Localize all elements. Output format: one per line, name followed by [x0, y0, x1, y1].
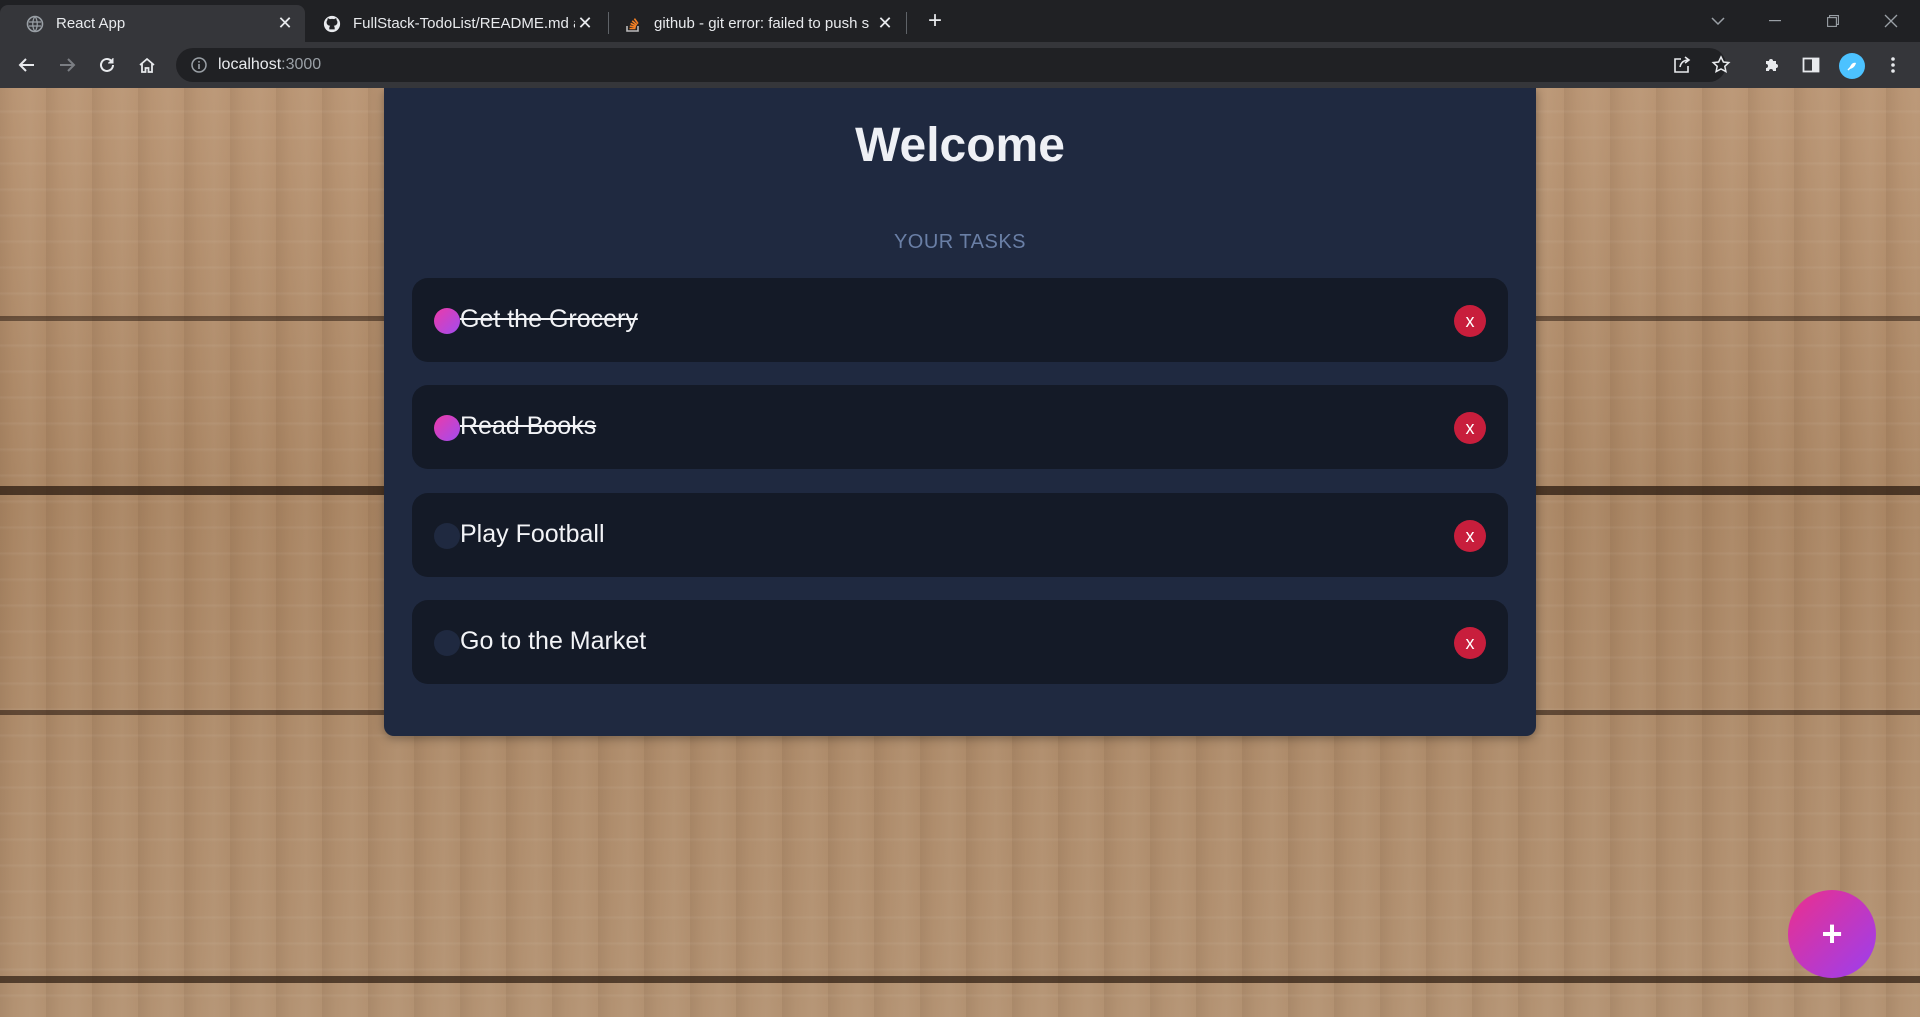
task-text[interactable]: Play Football: [460, 520, 605, 549]
stackoverflow-icon: [624, 15, 642, 33]
tab-separator: [608, 12, 609, 34]
back-icon[interactable]: [11, 49, 43, 81]
delete-task-button[interactable]: x: [1454, 520, 1486, 552]
task-checkbox[interactable]: [434, 415, 460, 441]
task-item: Read Books x: [412, 385, 1508, 469]
close-window-icon[interactable]: [1876, 6, 1906, 36]
tab-title: github - git error: failed to push s: [654, 15, 870, 32]
task-checkbox[interactable]: [434, 523, 460, 549]
task-checkbox[interactable]: [434, 630, 460, 656]
side-panel-icon[interactable]: [1797, 51, 1825, 79]
task-text[interactable]: Get the Grocery: [460, 305, 638, 334]
home-icon[interactable]: [131, 49, 163, 81]
bookmark-star-icon[interactable]: [1710, 54, 1732, 76]
url-port: :3000: [281, 56, 322, 73]
minimize-icon[interactable]: [1760, 6, 1790, 36]
section-label: YOUR TASKS: [893, 231, 1027, 253]
close-tab-icon[interactable]: ✕: [275, 13, 295, 34]
browser-toolbar: localhost:3000: [0, 42, 1920, 88]
task-item: Get the Grocery x: [412, 278, 1508, 362]
task-text[interactable]: Read Books: [460, 412, 596, 441]
forward-icon[interactable]: [51, 49, 83, 81]
profile-icon[interactable]: [1839, 53, 1865, 79]
wood-plank-gap: [0, 976, 1920, 983]
todo-card: Welcome YOUR TASKS Get the Grocery x Rea…: [384, 88, 1536, 736]
tab-title: FullStack-TodoList/README.md a: [353, 15, 575, 32]
close-tab-icon[interactable]: ✕: [575, 13, 595, 34]
page-title: Welcome: [855, 119, 1065, 172]
tab-stackoverflow[interactable]: github - git error: failed to push s ✕: [610, 5, 905, 42]
menu-kebab-icon[interactable]: [1879, 51, 1907, 79]
share-icon[interactable]: [1671, 54, 1693, 76]
new-tab-button[interactable]: +: [922, 8, 948, 34]
restore-icon[interactable]: [1818, 6, 1848, 36]
url-text: localhost:3000: [218, 56, 321, 74]
site-info-icon[interactable]: [190, 56, 208, 74]
address-bar[interactable]: localhost:3000: [176, 48, 1731, 82]
task-checkbox[interactable]: [434, 308, 460, 334]
extensions-icon[interactable]: [1758, 51, 1786, 79]
task-item: Go to the Market x: [412, 600, 1508, 684]
task-item: Play Football x: [412, 493, 1508, 577]
url-host: localhost: [218, 56, 282, 73]
reload-icon[interactable]: [91, 49, 123, 81]
github-icon: [323, 15, 341, 33]
tab-search-icon[interactable]: [1703, 6, 1733, 36]
add-task-button[interactable]: +: [1788, 890, 1876, 978]
tab-title: React App: [56, 15, 126, 32]
tab-separator: [906, 12, 907, 34]
browser-tab-strip: React App ✕ FullStack-TodoList/README.md…: [0, 0, 1920, 42]
delete-task-button[interactable]: x: [1454, 305, 1486, 337]
page-viewport: Welcome YOUR TASKS Get the Grocery x Rea…: [0, 88, 1920, 1017]
task-text[interactable]: Go to the Market: [460, 627, 646, 656]
delete-task-button[interactable]: x: [1454, 412, 1486, 444]
close-tab-icon[interactable]: ✕: [875, 13, 895, 34]
globe-icon: [26, 15, 44, 33]
tab-github-readme[interactable]: FullStack-TodoList/README.md a ✕: [305, 5, 605, 42]
delete-task-button[interactable]: x: [1454, 627, 1486, 659]
tab-react-app[interactable]: React App ✕: [0, 5, 305, 42]
